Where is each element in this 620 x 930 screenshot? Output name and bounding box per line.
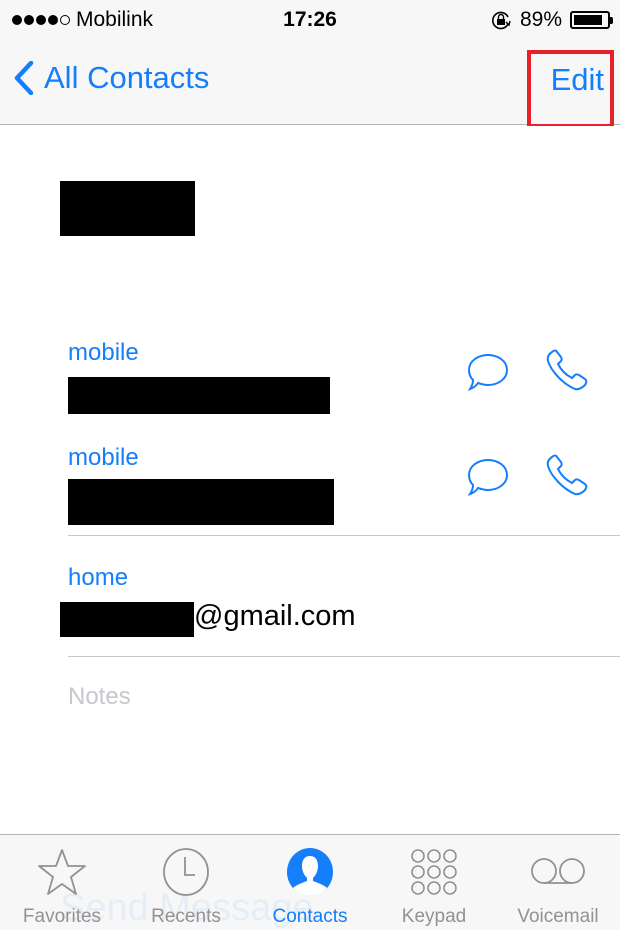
status-right: 89% bbox=[490, 8, 613, 32]
tab-label: Keypad bbox=[401, 906, 467, 927]
keypad-dot bbox=[411, 881, 425, 895]
phone-icon[interactable] bbox=[544, 348, 590, 394]
phone-1-label: mobile bbox=[68, 339, 139, 366]
keypad-dot bbox=[443, 881, 457, 895]
tab-label: Favorites bbox=[22, 906, 102, 927]
contact-detail: mobile mobile home @gmail.com Notes bbox=[0, 126, 620, 834]
edit-button[interactable]: Edit bbox=[551, 62, 604, 98]
email-user-redacted[interactable] bbox=[60, 602, 194, 637]
contact-name-redacted bbox=[60, 181, 195, 236]
separator bbox=[68, 656, 620, 657]
keypad-dot bbox=[427, 849, 441, 863]
battery-icon bbox=[570, 11, 613, 29]
tab-label: Recents bbox=[151, 906, 221, 927]
tab-favorites[interactable]: Favorites bbox=[0, 835, 124, 930]
back-label: All Contacts bbox=[44, 60, 210, 95]
rotation-lock-icon bbox=[492, 11, 511, 30]
keypad-dot bbox=[411, 849, 425, 863]
keypad-dot bbox=[427, 881, 441, 895]
navigation-bar: All Contacts Edit bbox=[0, 40, 620, 125]
tab-label: Contacts bbox=[272, 906, 348, 927]
tab-voicemail[interactable]: Voicemail bbox=[496, 835, 620, 930]
phone-icon[interactable] bbox=[544, 453, 590, 499]
star-icon bbox=[38, 849, 86, 895]
email-domain[interactable]: @gmail.com bbox=[194, 600, 356, 633]
keypad-dot bbox=[427, 865, 441, 879]
back-button[interactable]: All Contacts bbox=[14, 60, 209, 96]
notes-field[interactable]: Notes bbox=[68, 683, 131, 711]
battery-percent: 89% bbox=[519, 8, 562, 31]
tab-bar: Send Message Favorites Recents Contacts … bbox=[0, 834, 620, 930]
chevron-left-icon bbox=[14, 61, 34, 95]
keypad-dot bbox=[443, 849, 457, 863]
tab-recents[interactable]: Recents bbox=[124, 835, 248, 930]
status-bar: Mobilink 17:26 89% bbox=[0, 0, 620, 40]
phone-2-number-redacted[interactable] bbox=[68, 479, 334, 525]
message-icon[interactable] bbox=[466, 352, 510, 392]
phone-1-number-redacted[interactable] bbox=[68, 377, 330, 414]
keypad-dot bbox=[411, 865, 425, 879]
phone-2-label: mobile bbox=[68, 444, 139, 471]
contacts-icon bbox=[287, 848, 333, 896]
email-label: home bbox=[68, 564, 129, 591]
tab-keypad[interactable]: Keypad bbox=[372, 835, 496, 930]
keypad-dot bbox=[443, 865, 457, 879]
clock-icon bbox=[163, 848, 209, 896]
separator bbox=[68, 535, 620, 536]
tab-label: Voicemail bbox=[517, 906, 599, 927]
tab-contacts[interactable]: Contacts bbox=[248, 835, 372, 930]
voicemail-icon bbox=[531, 858, 585, 884]
keypad-icon bbox=[411, 849, 457, 895]
message-icon[interactable] bbox=[466, 457, 510, 497]
